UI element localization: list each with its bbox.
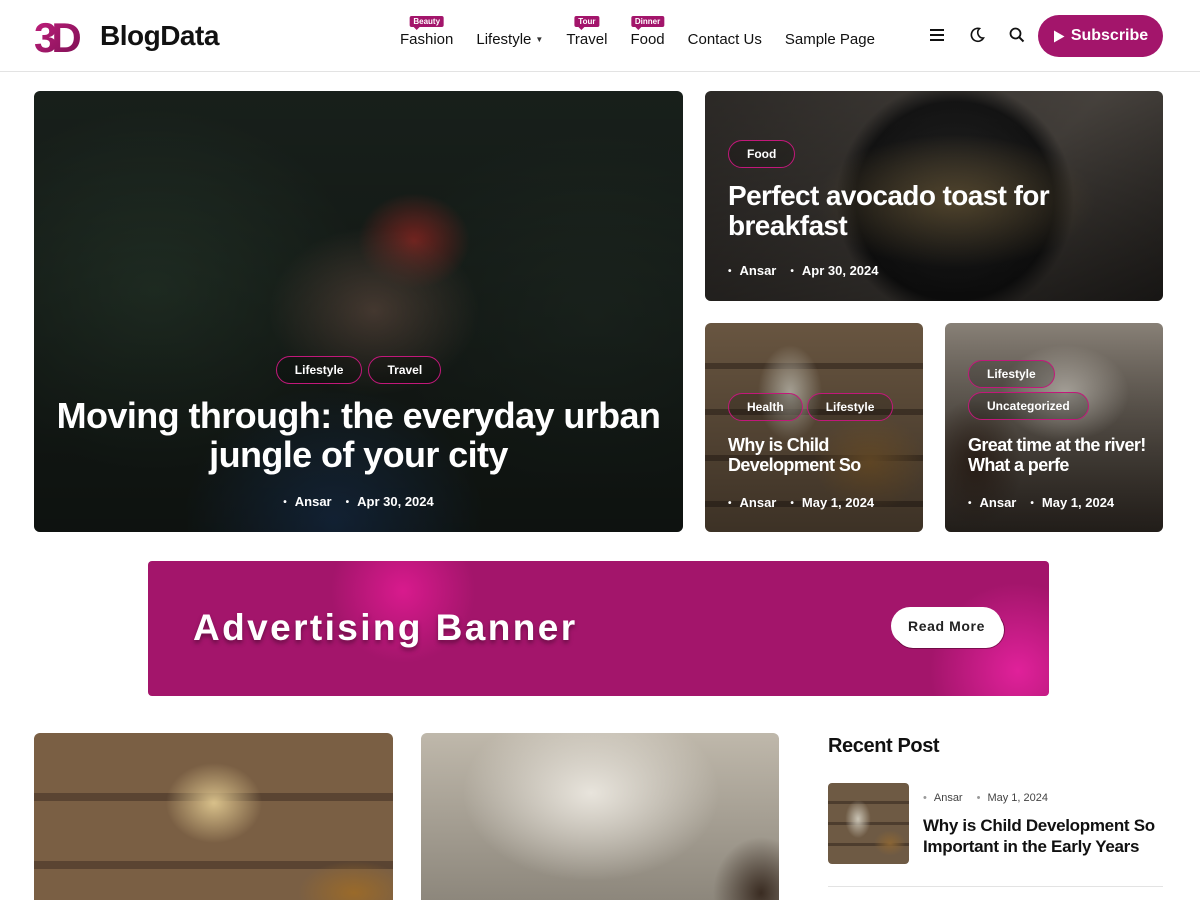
post-title[interactable]: Why is Child Development So: [728, 435, 918, 475]
category-chips: Lifestyle Travel: [34, 356, 683, 384]
nav-item-travel[interactable]: Tour Travel: [566, 15, 608, 48]
category-chip[interactable]: Health: [728, 393, 803, 421]
nav-tag-badge: Dinner: [630, 15, 665, 30]
site-header: 3D BlogData Beauty Fashion Lifestyle ▼ T…: [0, 0, 1200, 72]
svg-text:3D: 3D: [34, 14, 80, 58]
recent-posts-heading: Recent Post: [828, 735, 940, 757]
recent-post-item[interactable]: Ansar May 1, 2024 Why is Child Developme…: [828, 783, 1163, 887]
post-author[interactable]: Ansar: [923, 792, 963, 804]
nav-tag-badge: Tour: [574, 15, 600, 30]
advertising-banner[interactable]: Advertising Banner Read More: [148, 561, 1049, 696]
category-chip[interactable]: Uncategorized: [968, 392, 1089, 420]
post-title[interactable]: Perfect avocado toast for breakfast: [728, 181, 1138, 241]
subscribe-button[interactable]: Subscribe: [1038, 15, 1163, 57]
brand-mark-icon: 3D: [34, 14, 86, 58]
main-nav: Beauty Fashion Lifestyle ▼ Tour Travel D…: [400, 0, 875, 72]
post-author[interactable]: Ansar: [283, 494, 332, 509]
featured-post-bottom-right[interactable]: Lifestyle Uncategorized Great time at th…: [945, 323, 1163, 532]
post-meta: Ansar Apr 30, 2024: [34, 494, 683, 509]
search-icon[interactable]: [1008, 26, 1026, 44]
post-meta: Ansar May 1, 2024: [923, 792, 1048, 804]
nav-item-label: Fashion: [400, 30, 454, 48]
recent-post-title[interactable]: Why is Child Development So Important in…: [923, 815, 1158, 857]
post-title[interactable]: Moving through: the everyday urban jungl…: [54, 396, 663, 474]
post-author[interactable]: Ansar: [728, 263, 777, 278]
post-date: May 1, 2024: [790, 495, 874, 510]
post-thumbnail[interactable]: [34, 733, 393, 900]
category-chip[interactable]: Food: [728, 140, 796, 168]
header-actions: [928, 26, 1026, 44]
post-author[interactable]: Ansar: [968, 495, 1017, 510]
subscribe-label: Subscribe: [1070, 27, 1149, 44]
nav-item-sample-page[interactable]: Sample Page: [785, 25, 875, 48]
banner-title: Advertising Banner: [193, 607, 578, 648]
nav-item-label: Sample Page: [784, 30, 875, 48]
nav-item-label: Food: [630, 30, 665, 48]
featured-post-hero[interactable]: Lifestyle Travel Moving through: the eve…: [34, 91, 683, 532]
post-date: Apr 30, 2024: [790, 263, 879, 278]
post-title[interactable]: Great time at the river! What a perfe: [968, 435, 1158, 475]
recent-post-thumbnail[interactable]: [828, 783, 909, 864]
category-chip[interactable]: Travel: [368, 356, 442, 384]
featured-post-top-right[interactable]: Food Perfect avocado toast for breakfast…: [705, 91, 1163, 301]
post-date: May 1, 2024: [1030, 495, 1114, 510]
menu-icon[interactable]: [928, 26, 946, 44]
post-meta: Ansar May 1, 2024: [968, 495, 1115, 510]
nav-item-label: Travel: [566, 30, 608, 48]
post-meta: Ansar Apr 30, 2024: [728, 263, 879, 278]
nav-tag-badge: Beauty: [409, 15, 445, 30]
nav-item-contact-us[interactable]: Contact Us: [688, 25, 762, 48]
category-chips: Lifestyle Uncategorized: [968, 360, 1089, 420]
post-thumbnail[interactable]: [421, 733, 779, 900]
category-chips: Health Lifestyle: [728, 393, 894, 421]
category-chip[interactable]: Lifestyle: [275, 356, 363, 384]
read-more-button[interactable]: Read More: [891, 607, 1002, 645]
post-date: May 1, 2024: [977, 792, 1048, 804]
nav-item-lifestyle[interactable]: Lifestyle ▼: [476, 25, 543, 48]
nav-item-fashion[interactable]: Beauty Fashion: [400, 15, 454, 48]
category-chip[interactable]: Lifestyle: [806, 393, 894, 421]
post-date: Apr 30, 2024: [346, 494, 434, 509]
nav-item-food[interactable]: Dinner Food: [630, 15, 665, 48]
chevron-down-icon: ▼: [535, 34, 544, 44]
category-chip[interactable]: Lifestyle: [968, 360, 1055, 388]
play-icon: [1053, 30, 1065, 42]
site-name: BlogData: [100, 20, 219, 51]
post-meta: Ansar May 1, 2024: [728, 495, 875, 510]
post-author[interactable]: Ansar: [728, 495, 777, 510]
featured-post-bottom-left[interactable]: Health Lifestyle Why is Child Developmen…: [705, 323, 923, 532]
moon-icon[interactable]: [968, 26, 986, 44]
site-logo[interactable]: 3D BlogData: [34, 14, 219, 58]
nav-item-label: Contact Us: [687, 30, 762, 48]
nav-item-label: Lifestyle: [476, 30, 532, 48]
